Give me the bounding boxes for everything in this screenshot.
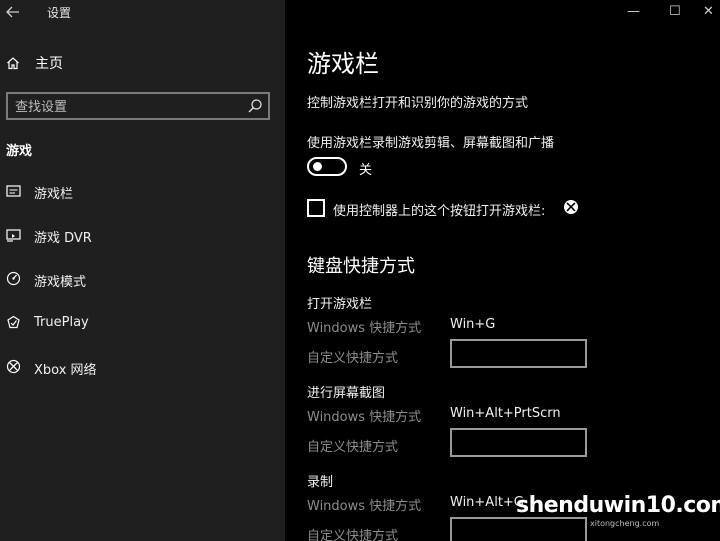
sidebar-item-label: 游戏模式	[34, 275, 87, 290]
sidebar-item-game-mode[interactable]: 游戏模式	[0, 264, 285, 294]
windows-shortcut-value: Win+Alt+PrtScrn	[450, 406, 561, 421]
sidebar-item-home[interactable]: 主页	[0, 50, 285, 76]
maximize-button[interactable]: ☐	[669, 4, 681, 19]
custom-shortcut-input[interactable]	[450, 428, 587, 457]
windows-shortcut-label: Windows 快捷方式	[307, 499, 422, 514]
windows-shortcut-value: Win+Alt+G	[450, 495, 524, 510]
search-icon[interactable]	[247, 98, 263, 118]
watermark-text: shenduwin10.com	[516, 493, 720, 518]
watermark: shenduwin10.com xitongcheng.com	[516, 491, 720, 535]
close-button[interactable]: ✕	[703, 4, 714, 19]
custom-shortcut-input[interactable]	[450, 339, 587, 368]
page-description: 控制游戏栏打开和识别你的游戏的方式	[307, 96, 529, 111]
checkbox-label: 使用控制器上的这个按钮打开游戏栏:	[333, 204, 546, 219]
shortcut-group-title: 录制	[307, 475, 334, 490]
toggle-knob	[313, 162, 322, 171]
home-icon	[6, 55, 20, 74]
windows-shortcut-label: Windows 快捷方式	[307, 321, 422, 336]
shortcut-group-title: 打开游戏栏	[307, 297, 373, 312]
game-mode-icon	[6, 271, 21, 290]
sidebar-item-xbox-network[interactable]: Xbox 网络	[0, 352, 285, 382]
game-bar-icon	[6, 183, 21, 202]
xbox-icon	[6, 359, 21, 378]
record-toggle[interactable]	[307, 157, 347, 176]
search-box[interactable]	[6, 92, 270, 120]
watermark-subtext: xitongcheng.com	[590, 519, 660, 528]
toggle-state-label: 关	[359, 163, 373, 178]
back-button[interactable]	[6, 3, 26, 21]
sidebar-item-label: 游戏 DVR	[34, 231, 92, 246]
main-content: — ☐ ✕ 游戏栏 控制游戏栏打开和识别你的游戏的方式 使用游戏栏录制游戏剪辑、…	[285, 0, 720, 541]
search-input[interactable]	[15, 97, 235, 117]
controller-button-checkbox[interactable]	[307, 199, 325, 217]
back-arrow-icon	[6, 6, 19, 18]
minimize-button[interactable]: —	[627, 4, 640, 19]
section-title: 游戏	[6, 144, 33, 159]
home-label: 主页	[35, 56, 63, 72]
sidebar: 设置 主页 游戏 游戏栏 游戏 DVR 游戏模式 TruePlay	[0, 0, 285, 541]
trueplay-icon	[6, 315, 21, 334]
custom-shortcut-label: 自定义快捷方式	[307, 529, 399, 541]
custom-shortcut-label: 自定义快捷方式	[307, 440, 399, 455]
sidebar-item-game-bar[interactable]: 游戏栏	[0, 176, 285, 206]
page-title: 游戏栏	[307, 50, 379, 78]
shortcut-group-title: 进行屏幕截图	[307, 386, 386, 401]
xbox-button-icon	[563, 199, 579, 219]
dvr-icon	[6, 227, 21, 246]
keyboard-shortcuts-title: 键盘快捷方式	[307, 256, 415, 277]
sidebar-item-game-dvr[interactable]: 游戏 DVR	[0, 220, 285, 250]
app-title: 设置	[47, 6, 72, 20]
sidebar-item-trueplay[interactable]: TruePlay	[0, 308, 285, 338]
windows-shortcut-value: Win+G	[450, 317, 496, 332]
custom-shortcut-label: 自定义快捷方式	[307, 351, 399, 366]
sidebar-item-label: TruePlay	[34, 315, 89, 330]
sidebar-item-label: 游戏栏	[34, 187, 74, 202]
record-setting-label: 使用游戏栏录制游戏剪辑、屏幕截图和广播	[307, 136, 555, 151]
windows-shortcut-label: Windows 快捷方式	[307, 410, 422, 425]
sidebar-item-label: Xbox 网络	[34, 363, 97, 378]
